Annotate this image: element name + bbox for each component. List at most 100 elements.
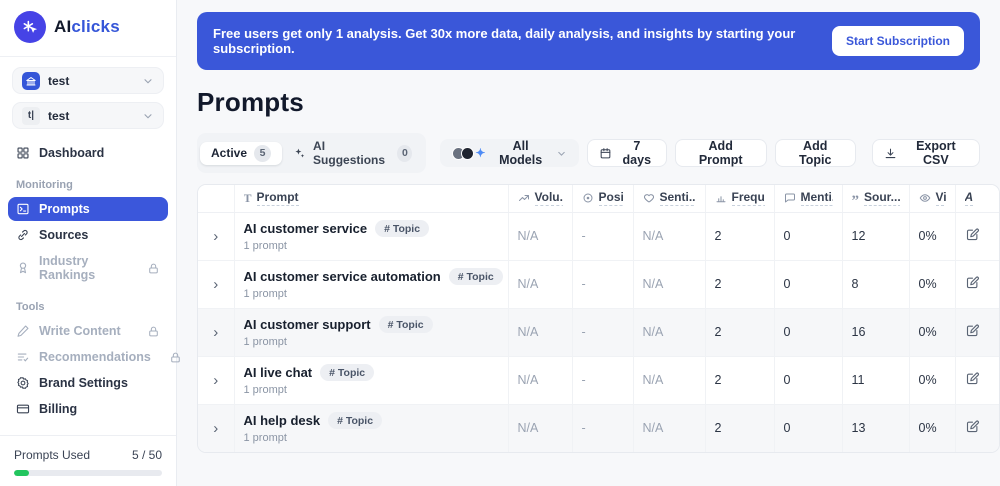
col-sources[interactable]: ”Sour... bbox=[842, 185, 909, 212]
cell-volume: N/A bbox=[508, 212, 572, 260]
table-row[interactable]: › AI customer service# Topic1 prompt N/A… bbox=[198, 212, 1000, 260]
col-frequency[interactable]: Freque... bbox=[705, 185, 774, 212]
col-position[interactable]: Posit... bbox=[572, 185, 633, 212]
workspace-name: test bbox=[48, 74, 134, 88]
table-row[interactable]: › AI customer service automation# Topic1… bbox=[198, 260, 1000, 308]
expand-row-icon[interactable]: › bbox=[213, 228, 218, 245]
table-row[interactable]: › AI customer support# Topic1 prompt N/A… bbox=[198, 308, 1000, 356]
tab-group: Active 5 AI Suggestions 0 bbox=[197, 133, 426, 173]
workspace-selector[interactable]: test bbox=[12, 67, 164, 94]
table-row[interactable]: › AI help desk# Topic1 prompt N/A - N/A … bbox=[198, 404, 1000, 452]
sidebar-item-brand-settings[interactable]: Brand Settings bbox=[8, 371, 168, 395]
page-title: Prompts bbox=[197, 87, 980, 118]
cell-position: - bbox=[572, 260, 633, 308]
heart-icon bbox=[643, 192, 655, 204]
prompt-count: 1 prompt bbox=[244, 288, 499, 300]
sidebar: AIclicks test t| test bbox=[0, 0, 177, 486]
sidebar-item-write-content[interactable]: Write Content bbox=[8, 319, 168, 343]
all-models-dropdown[interactable]: ✦ All Models bbox=[440, 139, 578, 167]
sidebar-item-label: Dashboard bbox=[39, 146, 104, 160]
building-icon bbox=[22, 72, 40, 90]
tab-active[interactable]: Active 5 bbox=[200, 142, 282, 165]
expand-row-icon[interactable]: › bbox=[213, 324, 218, 341]
trending-up-icon bbox=[518, 192, 530, 204]
cell-visibility: 0% bbox=[909, 356, 955, 404]
brand-logo[interactable]: AIclicks bbox=[0, 0, 176, 57]
cell-sentiment: N/A bbox=[633, 260, 705, 308]
add-topic-button[interactable]: Add Topic bbox=[775, 139, 856, 167]
edit-icon[interactable] bbox=[965, 275, 980, 290]
sidebar-item-prompts[interactable]: Prompts bbox=[8, 197, 168, 221]
expand-row-icon[interactable]: › bbox=[213, 372, 218, 389]
col-actions[interactable]: A bbox=[955, 185, 1000, 212]
cell-volume: N/A bbox=[508, 260, 572, 308]
gear-icon bbox=[16, 376, 30, 390]
topic-badge: # Topic bbox=[320, 364, 374, 381]
usage-label: Prompts Used bbox=[14, 448, 90, 462]
download-icon bbox=[884, 147, 897, 160]
topic-badge: # Topic bbox=[328, 412, 382, 429]
cell-mentions: 0 bbox=[774, 260, 842, 308]
tab-count-badge: 0 bbox=[397, 145, 412, 162]
col-volume[interactable]: Volu... bbox=[508, 185, 572, 212]
filter-bar: Active 5 AI Suggestions 0 ✦ All Models bbox=[197, 133, 980, 173]
sidebar-item-industry-rankings[interactable]: Industry Rankings bbox=[8, 249, 168, 287]
table-row[interactable]: › AI live chat# Topic1 prompt N/A - N/A … bbox=[198, 356, 1000, 404]
col-sentiment[interactable]: Senti... bbox=[633, 185, 705, 212]
sidebar-item-label: Recommendations bbox=[39, 350, 151, 364]
subscription-banner: Free users get only 1 analysis. Get 30x … bbox=[197, 12, 980, 70]
sidebar-item-recommendations[interactable]: Recommendations bbox=[8, 345, 168, 369]
usage-panel: Prompts Used 5 / 50 bbox=[0, 436, 176, 486]
edit-icon[interactable] bbox=[965, 323, 980, 338]
start-subscription-button[interactable]: Start Subscription bbox=[832, 26, 964, 56]
prompt-count: 1 prompt bbox=[244, 432, 499, 444]
tab-ai-suggestions[interactable]: AI Suggestions 0 bbox=[282, 136, 423, 170]
col-mentions[interactable]: Menti... bbox=[774, 185, 842, 212]
model-icons: ✦ bbox=[452, 146, 485, 160]
project-name: test bbox=[48, 109, 134, 123]
lock-icon bbox=[147, 262, 160, 275]
sidebar-item-dashboard[interactable]: Dashboard bbox=[8, 141, 168, 165]
cell-frequency: 2 bbox=[705, 404, 774, 452]
edit-icon[interactable] bbox=[965, 227, 980, 242]
cell-mentions: 0 bbox=[774, 404, 842, 452]
list-icon bbox=[16, 350, 30, 364]
section-tools: Tools bbox=[0, 289, 168, 319]
expand-row-icon[interactable]: › bbox=[213, 420, 218, 437]
cell-position: - bbox=[572, 404, 633, 452]
expand-row-icon[interactable]: › bbox=[213, 276, 218, 293]
tab-label: Active bbox=[211, 146, 247, 160]
add-prompt-button[interactable]: Add Prompt bbox=[675, 139, 767, 167]
cell-sources: 8 bbox=[842, 260, 909, 308]
col-prompt[interactable]: TPrompt bbox=[234, 185, 508, 212]
sidebar-item-label: Billing bbox=[39, 402, 77, 416]
main-content: Free users get only 1 analysis. Get 30x … bbox=[177, 0, 1000, 486]
target-icon bbox=[582, 192, 594, 204]
text-icon: T bbox=[244, 191, 252, 206]
col-visibility[interactable]: Visib... bbox=[909, 185, 955, 212]
sidebar-item-label: Brand Settings bbox=[39, 376, 128, 390]
edit-icon[interactable] bbox=[965, 419, 980, 434]
cell-sources: 12 bbox=[842, 212, 909, 260]
cell-sources: 11 bbox=[842, 356, 909, 404]
cell-position: - bbox=[572, 356, 633, 404]
chevron-down-icon bbox=[556, 148, 567, 159]
sidebar-item-billing[interactable]: Billing bbox=[8, 397, 168, 421]
prompt-name: AI customer service automation bbox=[244, 269, 441, 284]
cell-sentiment: N/A bbox=[633, 356, 705, 404]
col-expander bbox=[198, 185, 234, 212]
cell-frequency: 2 bbox=[705, 356, 774, 404]
date-range-button[interactable]: 7 days bbox=[587, 139, 667, 167]
topic-badge: # Topic bbox=[379, 316, 433, 333]
quote-icon: ” bbox=[852, 197, 860, 205]
project-selector[interactable]: t| test bbox=[12, 102, 164, 129]
edit-icon[interactable] bbox=[965, 371, 980, 386]
brand-name: AIclicks bbox=[54, 17, 120, 37]
cell-mentions: 0 bbox=[774, 308, 842, 356]
sidebar-item-sources[interactable]: Sources bbox=[8, 223, 168, 247]
sidebar-item-label: Sources bbox=[39, 228, 88, 242]
cell-volume: N/A bbox=[508, 308, 572, 356]
prompt-name: AI live chat bbox=[244, 365, 313, 380]
export-csv-button[interactable]: Export CSV bbox=[872, 139, 980, 167]
cell-frequency: 2 bbox=[705, 308, 774, 356]
